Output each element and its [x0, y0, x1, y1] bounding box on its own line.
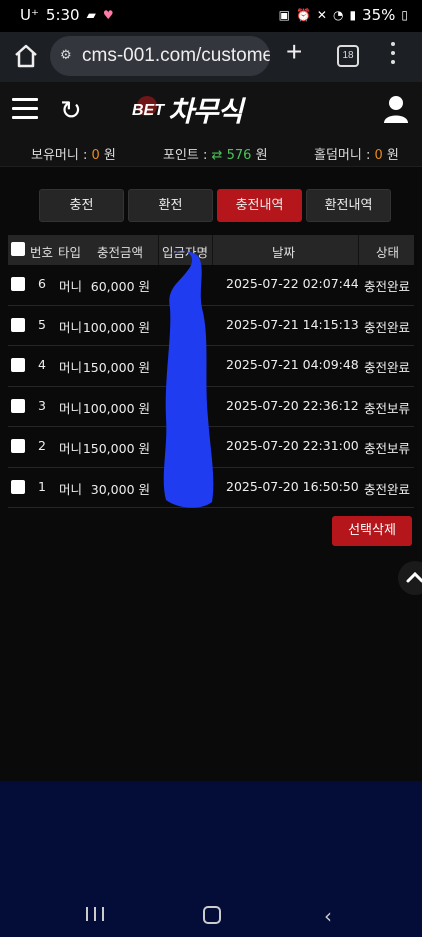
- signal-icon: ▮: [349, 8, 357, 22]
- row-date: 2025-07-21 04:09:48: [226, 357, 359, 372]
- col-date: 날짜: [272, 245, 296, 260]
- money-unit: 원: [103, 148, 116, 163]
- status-bar: U⁺ 5:30 ▰ ♥ ▣ ⏰ ✕ ◔ ▮ 35% ▯: [0, 0, 422, 32]
- tab-deposit[interactable]: 충전: [39, 189, 124, 222]
- address-bar[interactable]: ⚙ cms-001.com/custome: [50, 36, 270, 76]
- col-status: 상태: [376, 245, 400, 260]
- row-type: 머니: [59, 481, 83, 497]
- delete-selected-button[interactable]: 선택삭제: [332, 516, 412, 546]
- site-logo[interactable]: BET 차무식: [132, 90, 284, 130]
- row-checkbox[interactable]: [11, 358, 25, 372]
- row-amount: 100,000 원: [82, 400, 150, 416]
- money-balance: 보유머니 : 0 원: [31, 144, 116, 163]
- col-number: 번호: [30, 245, 54, 260]
- battery-icon: ▯: [401, 8, 408, 22]
- row-status: 충전완료: [364, 360, 411, 375]
- row-checkbox[interactable]: [11, 317, 25, 332]
- row-type: 머니: [59, 360, 83, 375]
- row-type: 머니: [59, 441, 83, 456]
- row-type: 머니: [59, 400, 83, 416]
- home-icon[interactable]: [12, 42, 40, 70]
- menu-icon[interactable]: [12, 98, 38, 125]
- refresh-icon[interactable]: ↻: [60, 96, 82, 126]
- row-amount: 60,000 원: [90, 279, 150, 294]
- chat-notification-icon: ▰: [86, 8, 96, 22]
- exchange-icon[interactable]: ⇄: [212, 148, 223, 163]
- recents-icon[interactable]: [86, 907, 104, 921]
- new-tab-icon[interactable]: +: [286, 36, 302, 68]
- android-nav-bar: ‹: [0, 893, 422, 937]
- clock: 5:30: [45, 6, 80, 24]
- row-number: 3: [38, 397, 46, 413]
- row-number: 5: [38, 316, 46, 332]
- logo-text: 차무식: [168, 95, 243, 128]
- user-icon[interactable]: [382, 94, 410, 124]
- row-number: 4: [38, 357, 46, 372]
- site-settings-icon[interactable]: ⚙: [60, 48, 72, 63]
- alarm-icon: ⏰: [295, 8, 311, 22]
- row-number: 6: [38, 276, 46, 291]
- row-number: 1: [38, 478, 46, 494]
- money-value: 0: [91, 148, 100, 163]
- holdem-value: 0: [374, 148, 383, 163]
- deposit-tabs: 충전 환전 충전내역 환전내역: [39, 189, 391, 222]
- mute-icon: ✕: [316, 8, 327, 22]
- row-amount: 150,000 원: [82, 360, 150, 375]
- logo-prefix: BET: [132, 102, 164, 119]
- browser-toolbar: ⚙ cms-001.com/custome + 18: [0, 32, 422, 82]
- col-type: 타입: [58, 245, 82, 260]
- money-label: 보유머니 :: [31, 148, 88, 163]
- column-divider: [358, 235, 359, 265]
- row-status: 충전완료: [364, 319, 411, 335]
- more-menu-icon[interactable]: [390, 42, 396, 69]
- row-type: 머니: [59, 279, 83, 294]
- holdem-balance: 홀덤머니 : 0 원: [314, 144, 399, 163]
- row-checkbox[interactable]: [11, 277, 25, 291]
- battery-level: 35%: [362, 6, 396, 24]
- chevron-up-icon: [406, 571, 422, 583]
- row-number: 2: [38, 438, 46, 453]
- holdem-label: 홀덤머니 :: [314, 148, 371, 163]
- row-type: 머니: [59, 319, 83, 335]
- row-checkbox[interactable]: [11, 398, 25, 413]
- scroll-top-button[interactable]: [398, 561, 422, 595]
- row-status: 충전완료: [364, 481, 411, 497]
- point-label: 포인트 :: [163, 148, 208, 163]
- row-amount: 150,000 원: [82, 441, 150, 456]
- col-amount: 충전금액: [97, 245, 144, 260]
- point-value: 576: [226, 148, 252, 163]
- row-date: 2025-07-20 22:36:12: [226, 397, 359, 413]
- row-amount: 100,000 원: [82, 319, 150, 335]
- lock-icon: ▣: [278, 8, 290, 22]
- carrier-label: U⁺: [20, 6, 39, 24]
- point-unit: 원: [255, 148, 268, 163]
- holdem-unit: 원: [386, 148, 399, 163]
- back-icon[interactable]: ‹: [324, 904, 332, 928]
- redaction-mark: [163, 250, 214, 508]
- point-balance: 포인트 : ⇄ 576 원: [163, 144, 268, 163]
- row-date: 2025-07-21 14:15:13: [226, 316, 359, 332]
- tab-withdraw-history[interactable]: 환전내역: [306, 189, 391, 222]
- row-date: 2025-07-20 16:50:50: [226, 478, 359, 494]
- wifi-icon: ◔: [332, 8, 344, 22]
- row-status: 충전완료: [364, 279, 411, 294]
- site-header: ↻ BET 차무식: [0, 82, 422, 138]
- tab-switcher-button[interactable]: 18: [337, 45, 359, 67]
- heart-notification-icon: ♥: [102, 8, 114, 22]
- home-nav-icon[interactable]: [203, 906, 221, 924]
- row-date: 2025-07-22 02:07:44: [226, 276, 359, 291]
- row-amount: 30,000 원: [90, 481, 150, 497]
- row-status: 충전보류: [364, 441, 411, 456]
- select-all-checkbox[interactable]: [11, 242, 25, 256]
- row-date: 2025-07-20 22:31:00: [226, 438, 359, 453]
- row-status: 충전보류: [364, 400, 411, 416]
- row-checkbox[interactable]: [11, 439, 25, 453]
- balance-bar: 보유머니 : 0 원 포인트 : ⇄ 576 원 홀덤머니 : 0 원: [0, 138, 422, 167]
- tab-deposit-history[interactable]: 충전내역: [217, 189, 302, 222]
- row-checkbox[interactable]: [11, 479, 25, 494]
- tab-withdraw[interactable]: 환전: [128, 189, 213, 222]
- url-text: cms-001.com/custome: [82, 45, 270, 66]
